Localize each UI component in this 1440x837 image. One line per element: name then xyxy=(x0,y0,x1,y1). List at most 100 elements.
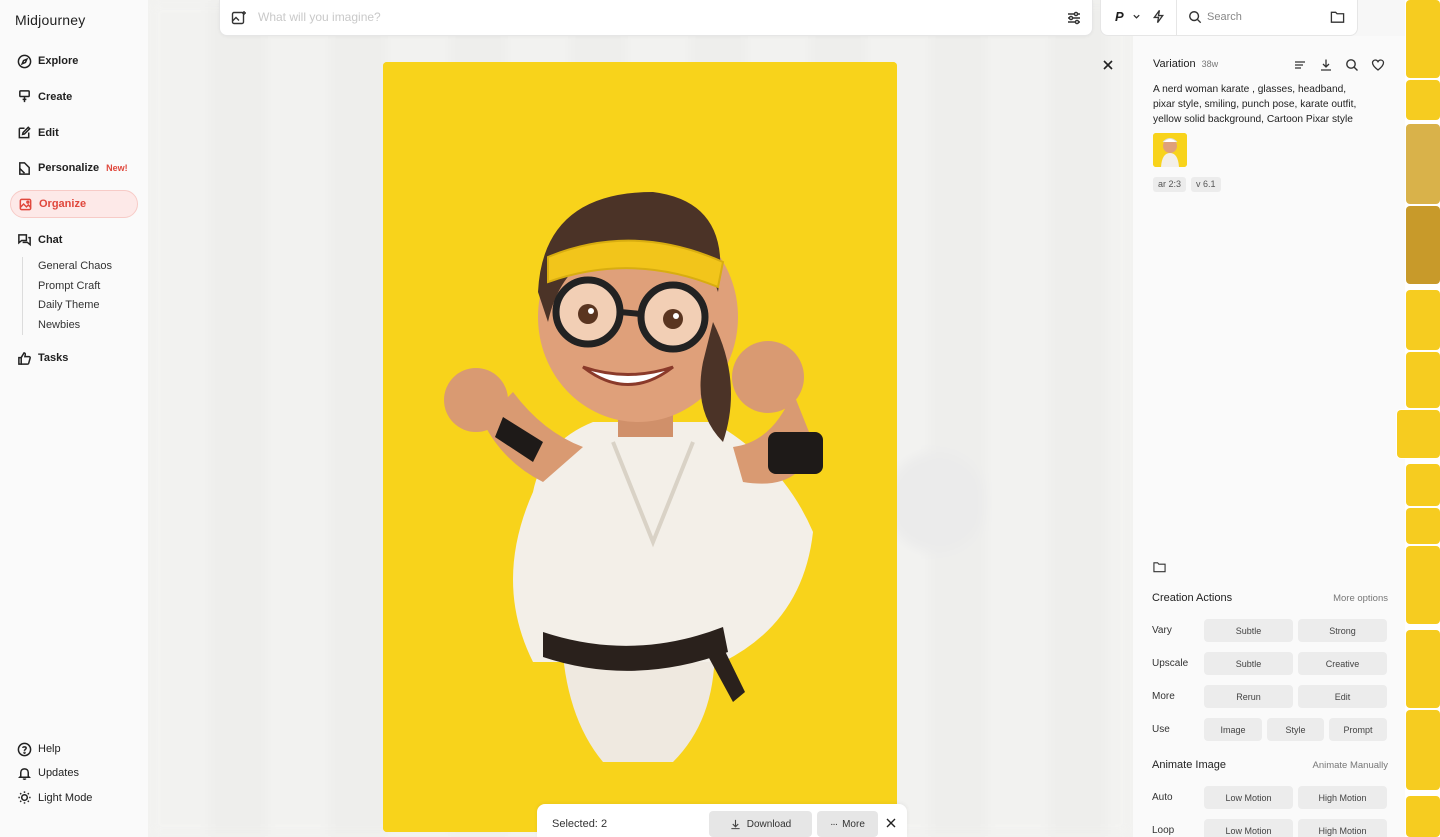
nav-label: Light Mode xyxy=(38,791,93,804)
help-icon xyxy=(16,741,32,757)
animate-manually-link[interactable]: Animate Manually xyxy=(1312,760,1388,771)
nav-label: Edit xyxy=(38,126,59,139)
detail-header: Variation 38w xyxy=(1153,58,1218,70)
thumbnail[interactable] xyxy=(1406,630,1440,708)
thumbnail-strip xyxy=(1397,0,1440,837)
prompt-bar: What will you imagine? xyxy=(219,0,1093,36)
use-image-button[interactable]: Image xyxy=(1204,718,1262,741)
folder-icon[interactable] xyxy=(1153,561,1166,573)
more-button[interactable]: ··· More xyxy=(817,811,878,837)
upscale-creative-button[interactable]: Creative xyxy=(1298,652,1387,675)
detail-actions xyxy=(1293,58,1385,72)
close-icon[interactable] xyxy=(1101,58,1115,72)
job-age: 38w xyxy=(1201,59,1219,69)
thumbnail[interactable] xyxy=(1406,290,1440,350)
upscale-subtle-button[interactable]: Subtle xyxy=(1204,652,1293,675)
new-badge: New! xyxy=(106,163,128,174)
lines-icon[interactable] xyxy=(1293,58,1307,72)
chat-channel-item[interactable]: Newbies xyxy=(38,316,112,336)
thumbnail[interactable] xyxy=(1406,508,1440,544)
more-options-link[interactable]: More options xyxy=(1333,593,1388,604)
prompt-text[interactable]: A nerd woman karate , glasses, headband,… xyxy=(1153,82,1363,127)
nav-item-create[interactable]: Create xyxy=(10,83,138,111)
thumbnail[interactable] xyxy=(1406,124,1440,204)
selected-label: Selected: xyxy=(552,818,598,830)
lightning-icon[interactable] xyxy=(1151,9,1166,24)
edit-button[interactable]: Edit xyxy=(1298,685,1387,708)
thumbnail[interactable] xyxy=(1406,464,1440,506)
nav-label: Updates xyxy=(38,767,79,780)
search-input[interactable]: Search xyxy=(1207,11,1242,23)
karate-character-illustration xyxy=(383,62,897,832)
row-label: Loop xyxy=(1152,825,1175,836)
vary-subtle-button[interactable]: Subtle xyxy=(1204,619,1293,642)
use-style-button[interactable]: Style xyxy=(1267,718,1324,741)
use-prompt-button[interactable]: Prompt xyxy=(1329,718,1387,741)
thumbnail-selected[interactable] xyxy=(1397,410,1440,458)
creation-actions-title: Creation Actions xyxy=(1152,592,1233,604)
nav-label: Create xyxy=(38,90,73,103)
sun-icon xyxy=(16,790,32,806)
compass-icon xyxy=(16,53,32,69)
main-nav: Explore Create Edit Personalize New! Org… xyxy=(10,47,138,262)
folder-icon[interactable] xyxy=(1330,10,1345,24)
rerun-button[interactable]: Rerun xyxy=(1204,685,1293,708)
prompt-input[interactable]: What will you imagine? xyxy=(258,10,381,24)
heart-icon[interactable] xyxy=(1371,58,1385,72)
add-image-icon[interactable] xyxy=(231,10,247,26)
chat-channel-item[interactable]: Prompt Craft xyxy=(38,277,112,297)
divider xyxy=(1176,0,1177,35)
nav-label: Help xyxy=(38,743,61,755)
chevron-down-icon[interactable] xyxy=(1132,12,1141,21)
thumbnail[interactable] xyxy=(1406,352,1440,408)
nav-item-help[interactable]: Help xyxy=(10,738,138,760)
thumbnail[interactable] xyxy=(1406,80,1440,120)
image-icon xyxy=(17,196,33,212)
nav-item-edit[interactable]: Edit xyxy=(10,119,138,147)
nav-item-updates[interactable]: Updates xyxy=(10,762,138,784)
loop-row: Loop Low Motion High Motion xyxy=(1152,819,1388,837)
loop-high-motion-button[interactable]: High Motion xyxy=(1298,819,1387,837)
version-tag[interactable]: v 6.1 xyxy=(1191,177,1221,192)
upscale-row: Upscale Subtle Creative xyxy=(1152,652,1388,675)
close-selection-icon[interactable] xyxy=(886,818,896,828)
download-button[interactable]: Download xyxy=(709,811,812,837)
nav-item-explore[interactable]: Explore xyxy=(10,47,138,75)
chat-channel-item[interactable]: Daily Theme xyxy=(38,296,112,316)
selected-image[interactable] xyxy=(383,62,897,832)
settings-sliders-icon[interactable] xyxy=(1066,10,1082,26)
bottom-nav: Help Updates Light Mode xyxy=(10,738,138,811)
sidebar: Midjourney Explore Create Edit Personali… xyxy=(0,0,148,837)
nav-item-organize[interactable]: Organize xyxy=(10,190,138,219)
auto-low-motion-button[interactable]: Low Motion xyxy=(1204,786,1293,809)
vary-strong-button[interactable]: Strong xyxy=(1298,619,1387,642)
app-logo[interactable]: Midjourney xyxy=(15,12,85,28)
aspect-ratio-tag[interactable]: ar 2:3 xyxy=(1153,177,1187,192)
thumbnail[interactable] xyxy=(1406,796,1440,837)
thumbnail[interactable] xyxy=(1406,546,1440,624)
nav-item-light-mode[interactable]: Light Mode xyxy=(10,787,138,809)
nav-item-personalize[interactable]: Personalize New! xyxy=(10,154,138,182)
personalize-icon xyxy=(16,160,32,176)
chat-channel-item[interactable]: General Chaos xyxy=(38,257,112,277)
search-icon xyxy=(1189,11,1202,24)
nav-item-chat[interactable]: Chat xyxy=(10,226,138,254)
loop-low-motion-button[interactable]: Low Motion xyxy=(1204,819,1293,837)
nav-label: Explore xyxy=(38,55,79,67)
auto-high-motion-button[interactable]: High Motion xyxy=(1298,786,1387,809)
top-right-toolbar: P Search xyxy=(1100,0,1358,36)
download-icon[interactable] xyxy=(1319,58,1333,72)
row-buttons: Rerun Edit xyxy=(1204,685,1387,708)
image-detail-panel: Variation 38w A nerd woman karate , glass… xyxy=(1133,36,1405,837)
reference-image-thumbnail[interactable] xyxy=(1153,133,1187,167)
thumbnail[interactable] xyxy=(1406,710,1440,790)
parameter-tags: ar 2:3 v 6.1 xyxy=(1153,177,1221,192)
personalization-mode-toggle[interactable]: P xyxy=(1115,9,1124,24)
thumbnail[interactable] xyxy=(1406,206,1440,284)
row-label: Use xyxy=(1152,724,1170,735)
job-type: Variation xyxy=(1153,58,1196,70)
search-icon[interactable] xyxy=(1345,58,1359,72)
thumbnail[interactable] xyxy=(1406,0,1440,78)
nav-item-tasks[interactable]: Tasks xyxy=(10,344,138,372)
row-label: Upscale xyxy=(1152,658,1189,669)
